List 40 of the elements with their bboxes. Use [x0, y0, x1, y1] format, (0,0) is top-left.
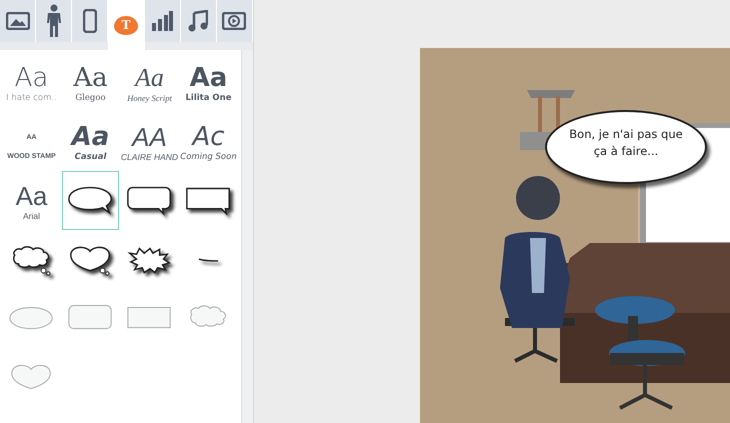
font-sample: AA	[132, 122, 167, 152]
phone-icon	[82, 9, 97, 33]
font-sample: Aa	[72, 122, 110, 152]
font-option[interactable]: Aa Glegoo	[62, 53, 119, 112]
bubble-option[interactable]	[62, 171, 119, 230]
font-sample: Aa	[73, 62, 108, 92]
font-option[interactable]: Aa Lilita One	[180, 53, 237, 112]
font-sample: Ac	[192, 122, 225, 152]
font-name: Glegoo	[75, 92, 106, 102]
video-play-icon	[222, 12, 246, 30]
music-note-icon	[188, 10, 208, 32]
curved-line-icon	[196, 256, 220, 263]
text-bubble-icon: T	[114, 16, 138, 34]
font-option[interactable]: Ac Coming Soon	[180, 112, 237, 171]
font-sample: Aa	[190, 62, 228, 92]
bar-chart-icon	[151, 10, 174, 32]
category-tab[interactable]	[180, 0, 217, 42]
category-tab[interactable]	[36, 0, 72, 42]
image-icon	[6, 12, 30, 30]
font-option[interactable]: AA CLAIRE HAND	[121, 112, 178, 171]
font-option[interactable]: Aa Honey Script	[121, 53, 178, 112]
font-option[interactable]: Aa Arial	[3, 171, 60, 230]
font-name: Arial	[22, 210, 40, 220]
font-name: Honey Script	[127, 92, 172, 102]
font-name: Coming Soon	[180, 152, 237, 162]
font-name: I hate com..	[6, 92, 57, 102]
scrollbar[interactable]	[241, 50, 253, 423]
font-name: CLAIRE HAND	[120, 152, 178, 162]
font-name: Lilita One	[186, 92, 232, 102]
font-option[interactable]: Aa I hate com..	[3, 53, 60, 112]
font-name: Casual	[74, 152, 106, 162]
category-tab[interactable]	[216, 0, 253, 42]
category-tab[interactable]	[144, 0, 181, 42]
category-tab[interactable]	[72, 0, 108, 42]
font-option[interactable]: Aa Casual	[62, 112, 119, 171]
category-tab[interactable]	[0, 0, 36, 42]
font-sample: Aa	[14, 62, 48, 92]
person-icon	[46, 4, 62, 38]
font-sample: Aa	[16, 180, 48, 210]
font-sample: Aa	[135, 62, 164, 92]
